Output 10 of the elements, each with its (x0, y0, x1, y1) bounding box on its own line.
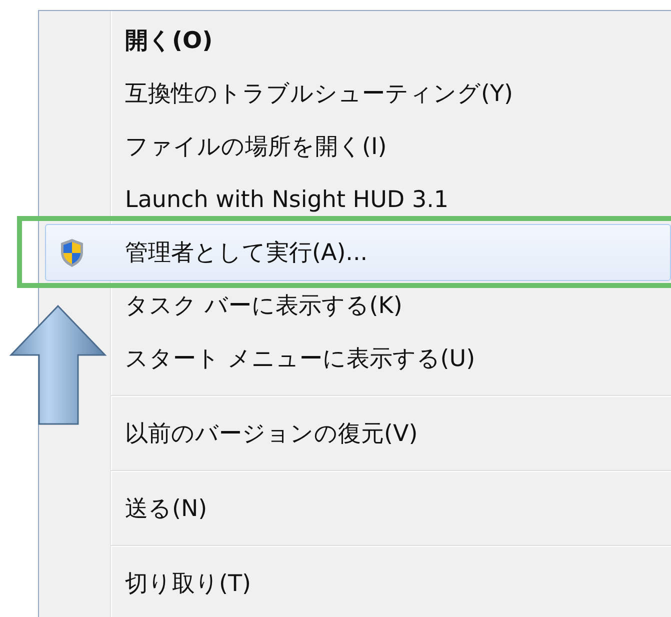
menu-item[interactable]: 切り取り(T) (118, 566, 671, 600)
menu-item[interactable]: 管理者として実行(A)... (45, 224, 671, 281)
menu-item[interactable]: 以前のバージョンの復元(V) (118, 416, 671, 450)
menu-item[interactable]: ファイルの場所を開く(I) (118, 130, 671, 164)
menu-item[interactable]: 送る(N) (118, 492, 671, 526)
menu-item[interactable]: 互換性のトラブルシューティング(Y) (118, 76, 671, 110)
menu-item[interactable]: 開く(O) (118, 24, 671, 58)
menu-item[interactable]: タスク バーに表示する(K) (118, 288, 671, 322)
menu-item[interactable]: スタート メニューに表示する(U) (118, 342, 671, 376)
menu-item[interactable]: Launch with Nsight HUD 3.1 (118, 182, 671, 216)
